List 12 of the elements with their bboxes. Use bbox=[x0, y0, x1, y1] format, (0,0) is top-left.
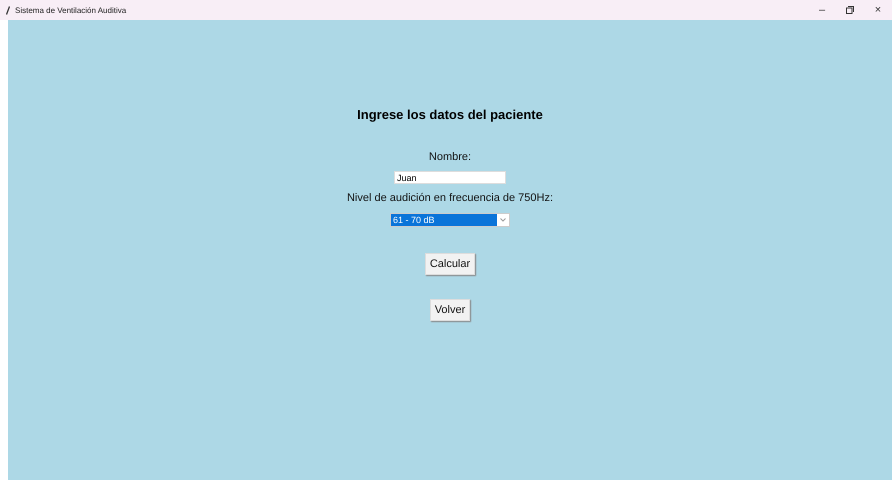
calculate-button[interactable]: Calcular bbox=[424, 253, 476, 275]
name-field[interactable]: Juan bbox=[394, 171, 506, 184]
window-title: Sistema de Ventilación Auditiva bbox=[15, 6, 128, 14]
name-label: Nombre: bbox=[428, 151, 472, 163]
form-heading: Ingrese los datos del paciente bbox=[357, 107, 543, 122]
close-button[interactable]: × bbox=[864, 4, 892, 16]
restore-icon[interactable] bbox=[846, 6, 854, 14]
minimize-button[interactable]: – bbox=[808, 4, 836, 16]
back-button[interactable]: Volver bbox=[430, 299, 470, 321]
level-label: Nivel de audición en frecuencia de 750Hz: bbox=[346, 192, 554, 204]
level-dropdown[interactable]: 61 - 70 dB bbox=[390, 213, 510, 227]
chevron-down-icon bbox=[500, 218, 506, 222]
